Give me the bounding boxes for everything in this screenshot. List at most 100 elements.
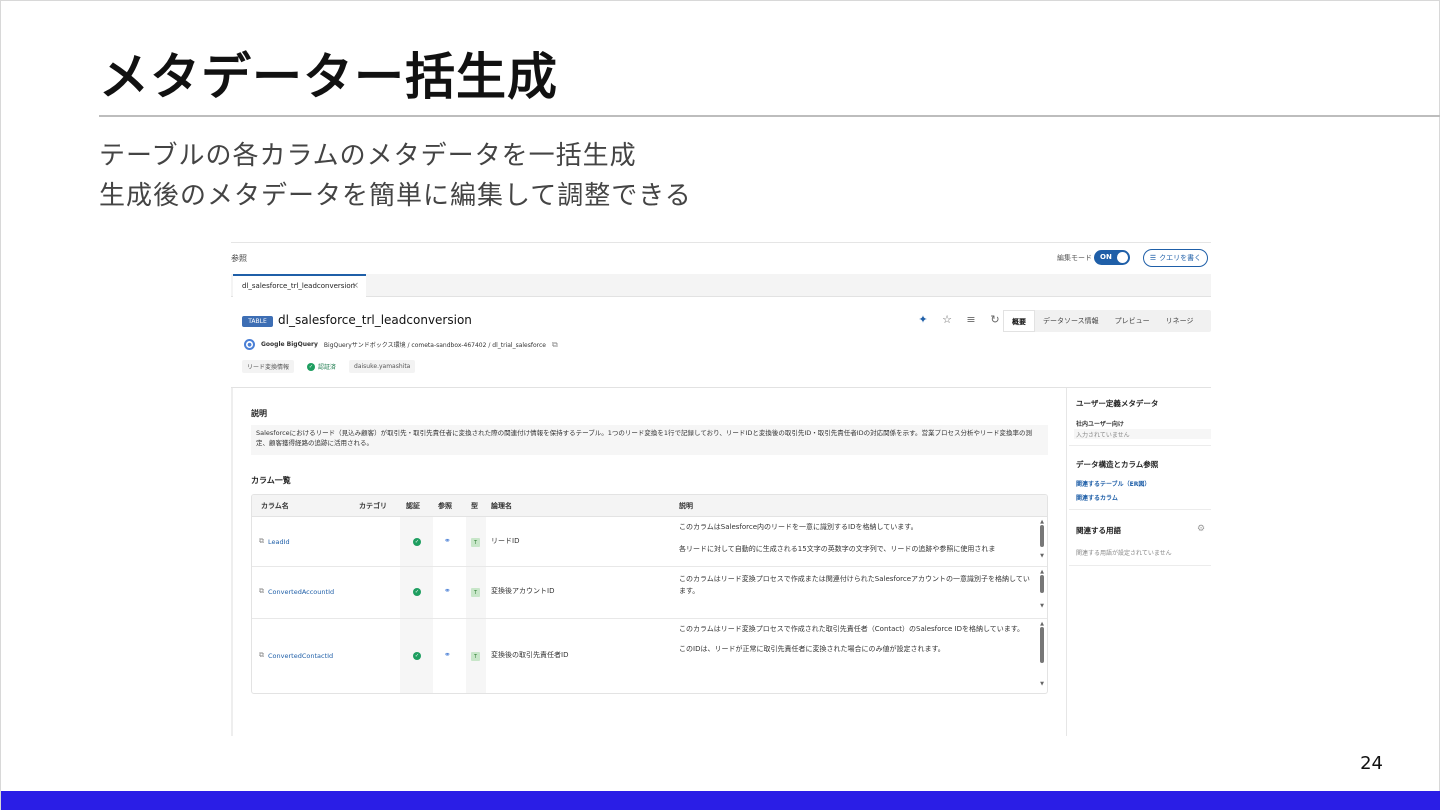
view-tabs: 概要 データソース情報 プレビュー リネージ [1003,310,1211,332]
title-divider [99,115,1440,117]
user-metadata-title: ユーザー定義メタデータ [1076,399,1159,408]
copy-icon[interactable]: ⧉ [259,587,264,596]
close-icon[interactable]: × [351,281,359,291]
source-row: ● Google BigQuery BigQueryサンドボックス環境 / co… [244,339,558,350]
table-row[interactable]: ⧉ LeadId ✓ ⚭ T リードID このカラムはSalesforce内のリ… [252,517,1047,567]
type-badge: T [471,652,480,661]
copy-icon[interactable]: ⧉ [259,651,264,660]
page-number: 24 [1360,753,1383,774]
column-description-line: このIDは、リードが正常に取引先責任者に変換された場合にのみ値が設定されます。 [679,645,945,653]
source-path: BigQueryサンドボックス環境 / cometa-sandbox-46740… [323,342,546,349]
tab-preview[interactable]: プレビュー [1107,310,1158,332]
certified-check-icon: ✓ [413,588,421,596]
bottom-accent-bar [1,791,1440,810]
check-icon: ✓ [307,362,316,371]
column-description[interactable]: このカラムはリード変換プロセスで作成または関連付けられたSalesforceアカ… [679,573,1035,617]
header-column-name[interactable]: カラム名 [261,501,289,511]
tab-label: dl_salesforce_trl_leadconversion [242,282,356,290]
scroll-up-icon[interactable]: ▲ [1038,621,1046,627]
link-icon[interactable]: ⚭ [444,536,451,545]
sidebar-divider-1 [1069,445,1211,446]
sidebar-divider [1066,388,1067,736]
column-name-cell[interactable]: ⧉ ConvertedContactId [259,651,333,660]
columns-header: カラム名 カテゴリ 認証 参照 型 論理名 説明 [252,495,1047,517]
column-description[interactable]: このカラムはSalesforce内のリードを一意に識別するIDを格納しています。… [679,521,1035,565]
owner-chip[interactable]: daisuke.yamashita [349,360,416,373]
header-divider [231,387,1211,388]
column-description-line: このカラムはSalesforce内のリードを一意に識別するIDを格納しています。 [679,523,918,531]
write-query-label: クエリを書く [1159,254,1202,262]
app-header: 参照 編集モード ON ☰ クエリを書く [231,243,1211,273]
query-icon: ☰ [1149,254,1157,262]
gear-icon[interactable]: ⚙ [1197,524,1205,534]
header-type[interactable]: 型 [471,501,478,511]
scroll-up-icon[interactable]: ▲ [1038,519,1046,525]
header-description[interactable]: 説明 [679,501,693,511]
table-row[interactable]: ⧉ ConvertedAccountId ✓ ⚭ T 変換後アカウントID この… [252,567,1047,619]
scroll-down-icon[interactable]: ▼ [1038,603,1046,609]
list-icon[interactable]: ≡ [963,313,979,326]
scroll-thumb[interactable] [1040,525,1044,547]
bigquery-icon: ● [244,339,255,350]
logical-name[interactable]: 変換後の取引先責任者ID [491,650,568,660]
tab-datasource[interactable]: データソース情報 [1035,310,1107,332]
header-logical-name[interactable]: 論理名 [491,501,512,511]
edit-mode-toggle[interactable]: ON [1094,250,1130,265]
column-description[interactable]: このカラムはリード変換プロセスで作成された取引先責任者（Contact）のSal… [679,623,1035,693]
column-name[interactable]: LeadId [268,538,290,546]
scroll-thumb[interactable] [1040,575,1044,593]
copy-icon[interactable]: ⧉ [552,340,558,350]
certified-chip: ✓ 認証済 [302,360,342,373]
row-scrollbar[interactable]: ▲ ▼ [1038,621,1046,687]
column-name[interactable]: ConvertedAccountId [268,588,334,596]
logical-name[interactable]: 変換後アカウントID [491,586,554,596]
breadcrumb[interactable]: 参照 [231,253,247,264]
internal-users-empty: 入力されていません [1076,432,1130,439]
link-icon[interactable]: ⚭ [444,586,451,595]
column-description-line: 各リードに対して自動的に生成される15文字の英数字の文字列で、リードの追跡や参照… [679,545,996,553]
toggle-knob [1117,252,1128,263]
slide: メタデーター括生成 テーブルの各カラムのメタデータを一括生成 生成後のメタデータ… [0,0,1440,810]
write-query-button[interactable]: ☰ クエリを書く [1143,249,1208,267]
left-edge [231,388,233,736]
app-screenshot: 参照 編集モード ON ☰ クエリを書く dl_salesforce_trl_l… [231,242,1211,736]
structure-title: データ構造とカラム参照 [1076,460,1159,469]
scroll-thumb[interactable] [1040,627,1044,663]
column-name-cell[interactable]: ⧉ ConvertedAccountId [259,587,334,596]
source-name: Google BigQuery [261,341,318,348]
related-columns-link[interactable]: 関連するカラム [1076,493,1118,502]
table-row[interactable]: ⧉ ConvertedContactId ✓ ⚭ T 変換後の取引先責任者ID … [252,619,1047,693]
row-scrollbar[interactable]: ▲ ▼ [1038,569,1046,609]
slide-subtitle-1: テーブルの各カラムのメタデータを一括生成 [99,141,637,171]
row-scrollbar[interactable]: ▲ ▼ [1038,519,1046,559]
copy-icon[interactable]: ⧉ [259,537,264,546]
certified-check-icon: ✓ [413,538,421,546]
column-name-cell[interactable]: ⧉ LeadId [259,537,290,546]
slide-subtitle-2: 生成後のメタデータを簡単に編集して調整できる [99,181,692,211]
header-category[interactable]: カテゴリ [359,501,387,511]
scroll-down-icon[interactable]: ▼ [1038,681,1046,687]
link-icon[interactable]: ⚭ [444,650,451,659]
sidebar-divider-2 [1069,509,1211,510]
tab-bar: dl_salesforce_trl_leadconversion × [231,274,1211,297]
column-name[interactable]: ConvertedContactId [268,652,333,660]
scroll-down-icon[interactable]: ▼ [1038,553,1046,559]
tab-table[interactable]: dl_salesforce_trl_leadconversion × [233,274,366,297]
slide-title: メタデーター括生成 [99,48,558,106]
magic-wand-icon[interactable]: ✦ [915,313,931,326]
refresh-icon[interactable]: ↻ [987,313,1003,326]
scroll-up-icon[interactable]: ▲ [1038,569,1046,575]
header-reference[interactable]: 参照 [438,501,452,511]
table-badge-label: TABLE [248,318,267,325]
star-icon[interactable]: ☆ [939,313,955,326]
related-tables-link[interactable]: 関連するテーブル（ER図） [1076,479,1150,488]
column-description-line: このカラムはリード変換プロセスで作成または関連付けられたSalesforceアカ… [679,575,1030,595]
tab-overview[interactable]: 概要 [1003,310,1035,332]
description-text[interactable]: Salesforceにおけるリード（見込み顧客）が取引先・取引先責任者に変換され… [251,425,1048,455]
header-certified[interactable]: 認証 [406,501,420,511]
category-chip[interactable]: リード変換情報 [242,360,295,373]
tab-lineage[interactable]: リネージ [1158,310,1202,332]
certified-label: 認証済 [318,364,337,371]
table-title: dl_salesforce_trl_leadconversion [278,313,472,327]
logical-name[interactable]: リードID [491,536,519,546]
